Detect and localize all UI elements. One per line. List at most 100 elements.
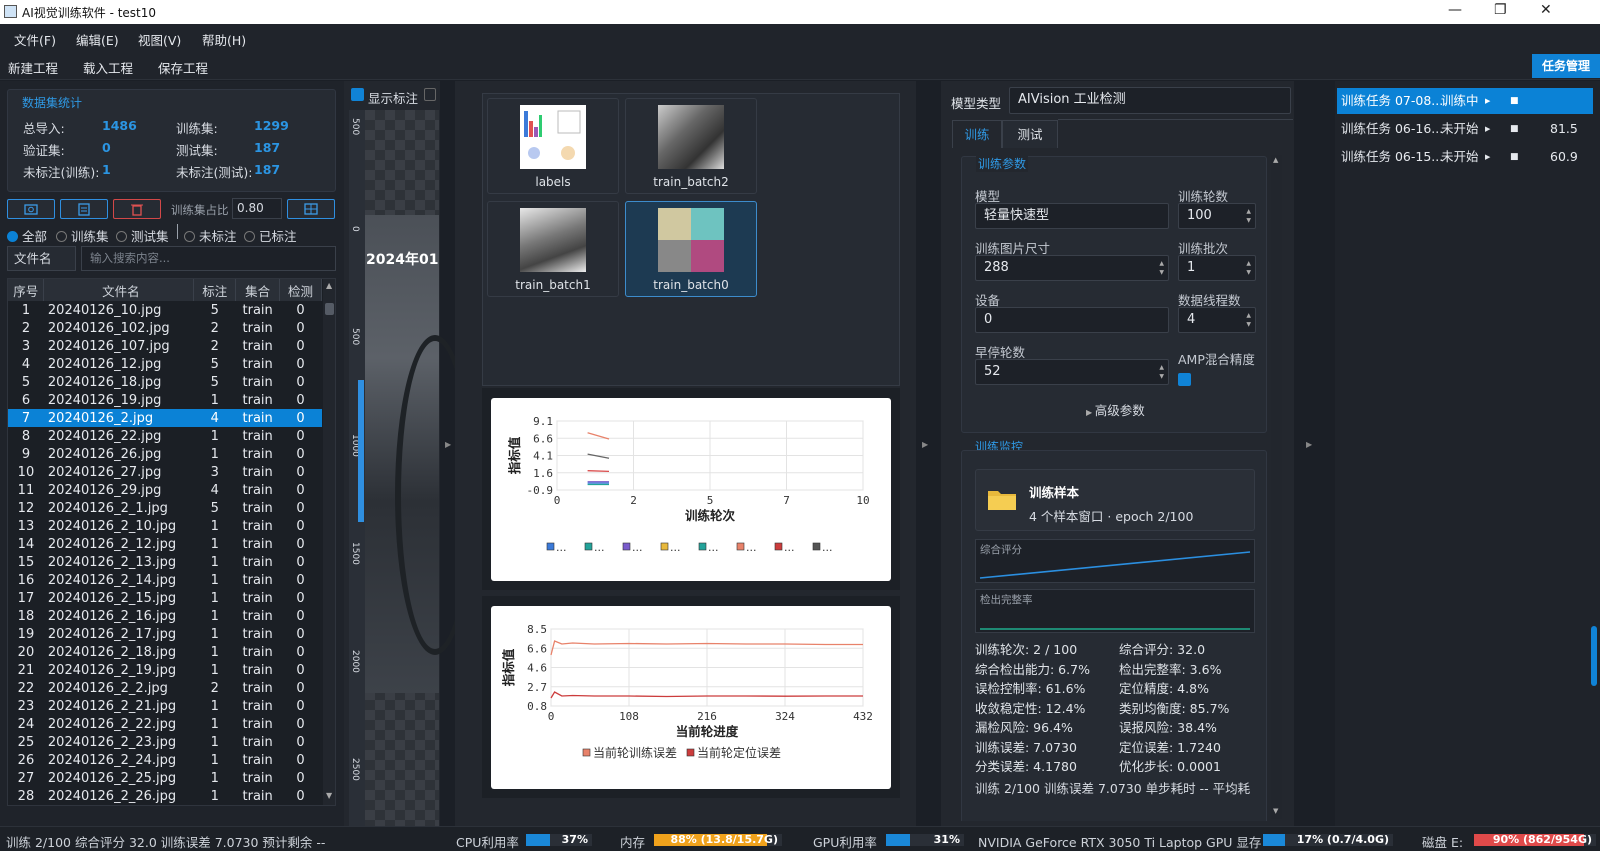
task-management-button[interactable]: 任务管理 [1532, 54, 1600, 78]
device-input[interactable]: 0 [975, 307, 1169, 333]
config-scroll-area: 训练参数 模型 轻量快速型 训练轮数 100 ▲ ▼ 训练图片尺寸 288 ▲ ▼ 训练… [952, 148, 1281, 821]
menu-view[interactable]: 视图(V) [138, 30, 181, 49]
table-row[interactable]: 16 20240126_2_14.jpg 1 train 0 [8, 571, 322, 589]
table-row[interactable]: 22 20240126_2_2.jpg 2 train 0 [8, 679, 322, 697]
menu-file[interactable]: 文件(F) [14, 30, 56, 49]
table-row[interactable]: 4 20240126_12.jpg 5 train 0 [8, 355, 322, 373]
patience-input[interactable]: 52 ▲ ▼ [975, 359, 1169, 385]
scroll-down-icon[interactable]: ▼ [326, 791, 332, 800]
config-scrollbar[interactable]: ▲ ▼ [1271, 155, 1282, 819]
table-row[interactable]: 13 20240126_2_10.jpg 1 train 0 [8, 517, 322, 535]
filter-unlabeled[interactable]: 未标注 [184, 226, 237, 245]
tab-test[interactable]: 测试 [1002, 120, 1058, 148]
thumbnail-labels[interactable]: labels [487, 98, 619, 194]
table-row[interactable]: 1 20240126_10.jpg 5 train 0 [8, 301, 322, 319]
col-index[interactable]: 序号 [8, 279, 45, 301]
train-ratio-input[interactable]: 0.80 [232, 198, 282, 219]
edit-button[interactable] [60, 199, 108, 219]
training-samples-card[interactable]: 训练样本 4 个样本窗口 · epoch 2/100 [975, 469, 1255, 531]
menu-edit[interactable]: 编辑(E) [76, 30, 119, 49]
table-row[interactable]: 2 20240126_102.jpg 2 train 0 [8, 319, 322, 337]
filter-test[interactable]: 测试集 [116, 226, 169, 245]
imgsz-input[interactable]: 288 ▲ ▼ [975, 255, 1169, 281]
table-row[interactable]: 15 20240126_2_13.jpg 1 train 0 [8, 553, 322, 571]
table-header: 序号 文件名 标注 集合 检测 [8, 279, 322, 301]
epochs-input[interactable]: 100 ▲ ▼ [1178, 203, 1256, 229]
model-type-select[interactable]: AIVision 工业检测 [1009, 87, 1291, 114]
filter-all[interactable]: 全部 [7, 226, 47, 245]
save-project-button[interactable]: 保存工程 [158, 58, 208, 77]
cell-labels: 1 [210, 572, 219, 588]
table-row[interactable]: 28 20240126_2_26.jpg 1 train 0 [8, 787, 322, 805]
tab-train[interactable]: 训练 [952, 120, 1002, 148]
table-row[interactable]: 5 20240126_18.jpg 5 train 0 [8, 373, 322, 391]
col-set[interactable]: 集合 [235, 279, 281, 301]
spin-arrows-icon[interactable]: ▲ ▼ [1159, 363, 1164, 381]
table-row[interactable]: 3 20240126_107.jpg 2 train 0 [8, 337, 322, 355]
delete-button[interactable] [113, 199, 161, 219]
table-row[interactable]: 6 20240126_19.jpg 1 train 0 [8, 391, 322, 409]
table-row[interactable]: 23 20240126_2_21.jpg 1 train 0 [8, 697, 322, 715]
table-row[interactable]: 24 20240126_2_22.jpg 1 train 0 [8, 715, 322, 733]
table-row[interactable]: 17 20240126_2_15.jpg 1 train 0 [8, 589, 322, 607]
close-button[interactable]: ✕ [1540, 2, 1552, 18]
table-row[interactable]: 8 20240126_22.jpg 1 train 0 [8, 427, 322, 445]
scroll-down-icon[interactable]: ▼ [1273, 807, 1278, 815]
batch-input[interactable]: 1 ▲ ▼ [1178, 255, 1256, 281]
task-item[interactable]: 训练任务 06-15... 未开始 ▶ ■ 60.9 [1337, 144, 1593, 170]
table-row[interactable]: 27 20240126_2_25.jpg 1 train 0 [8, 769, 322, 787]
filter-train[interactable]: 训练集 [56, 226, 109, 245]
new-project-button[interactable]: 新建工程 [8, 58, 58, 77]
table-row[interactable]: 25 20240126_2_23.jpg 1 train 0 [8, 733, 322, 751]
import-image-button[interactable] [7, 199, 55, 219]
filter-labeled[interactable]: 已标注 [244, 226, 297, 245]
split-dataset-button[interactable] [287, 199, 335, 219]
menu-help[interactable]: 帮助(H) [202, 30, 246, 49]
scroll-up-icon[interactable]: ▲ [326, 281, 332, 290]
thumbnail-train-batch2[interactable]: train_batch2 [625, 98, 757, 194]
thumbnail-train-batch0[interactable]: train_batch0 [625, 201, 757, 297]
table-row[interactable]: 12 20240126_2_1.jpg 5 train 0 [8, 499, 322, 517]
load-project-button[interactable]: 载入工程 [83, 58, 133, 77]
table-row[interactable]: 9 20240126_26.jpg 1 train 0 [8, 445, 322, 463]
table-row[interactable]: 20 20240126_2_18.jpg 1 train 0 [8, 643, 322, 661]
table-row[interactable]: 21 20240126_2_19.jpg 1 train 0 [8, 661, 322, 679]
table-scrollbar[interactable]: ▲ ▼ [323, 279, 335, 805]
spin-arrows-icon[interactable]: ▲ ▼ [1246, 311, 1251, 329]
search-input[interactable]: 输入搜索内容... [81, 246, 336, 271]
col-labels[interactable]: 标注 [193, 279, 237, 301]
spin-arrows-icon[interactable]: ▲ ▼ [1246, 259, 1251, 277]
table-row[interactable]: 26 20240126_2_24.jpg 1 train 0 [8, 751, 322, 769]
col-filename[interactable]: 文件名 [43, 279, 195, 301]
thumbnail-train-batch1[interactable]: train_batch1 [487, 201, 619, 297]
collapse-middle-icon[interactable]: ▶ [922, 440, 928, 449]
table-row[interactable]: 19 20240126_2_17.jpg 1 train 0 [8, 625, 322, 643]
show-label-checkbox[interactable] [351, 88, 364, 101]
task-item[interactable]: 训练任务 06-16... 未开始 ▶ ■ 81.5 [1337, 116, 1593, 142]
table-row[interactable]: 7 20240126_2.jpg 4 train 0 [8, 409, 322, 427]
collapse-left-icon[interactable]: ▶ [445, 440, 451, 449]
col-detect[interactable]: 检测 [279, 279, 322, 301]
cell-set: train [242, 536, 273, 552]
search-field-select[interactable]: 文件名 [7, 246, 76, 271]
table-row[interactable]: 10 20240126_27.jpg 3 train 0 [8, 463, 322, 481]
workers-input[interactable]: 4 ▲ ▼ [1178, 307, 1256, 333]
table-row[interactable]: 11 20240126_29.jpg 4 train 0 [8, 481, 322, 499]
advanced-params-toggle[interactable]: ▶ 高级参数 [1086, 400, 1145, 419]
gpu-bar: 31% [886, 833, 964, 846]
task-item[interactable]: 训练任务 07-08... 训练中 ▶ ■ [1337, 88, 1593, 114]
minimize-button[interactable]: — [1448, 2, 1462, 18]
scroll-thumb[interactable] [325, 303, 334, 315]
model-select[interactable]: 轻量快速型 [975, 203, 1169, 229]
spin-arrows-icon[interactable]: ▲ ▼ [1159, 259, 1164, 277]
amp-checkbox[interactable] [1178, 373, 1191, 386]
table-row[interactable]: 14 20240126_2_12.jpg 1 train 0 [8, 535, 322, 553]
maximize-button[interactable]: ❐ [1494, 2, 1507, 18]
option-checkbox[interactable] [424, 88, 436, 101]
image-canvas[interactable]: 2024年01 [365, 110, 475, 826]
scroll-up-icon[interactable]: ▲ [1273, 156, 1278, 164]
collapse-right-icon[interactable]: ▶ [1306, 440, 1312, 449]
spin-arrows-icon[interactable]: ▲ ▼ [1246, 207, 1251, 225]
task-scroll-thumb[interactable] [1591, 626, 1597, 686]
table-row[interactable]: 18 20240126_2_16.jpg 1 train 0 [8, 607, 322, 625]
